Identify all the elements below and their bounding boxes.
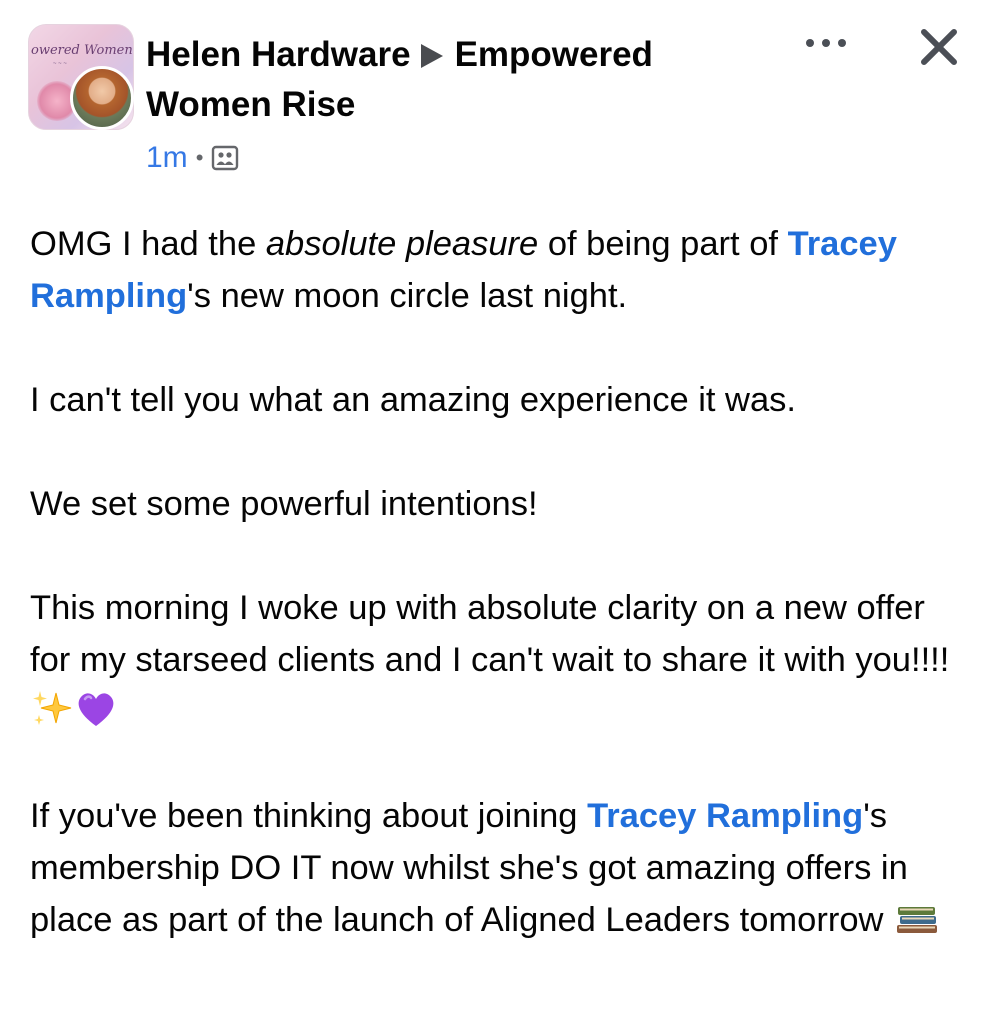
post-paragraph-1: OMG I had the absolute pleasure of being… [30,218,960,322]
avatar-stack[interactable]: owered Women ~ ~ ~ [28,24,134,130]
more-horizontal-icon-dot [806,39,814,47]
close-x-icon[interactable] [916,24,962,70]
text-segment: OMG I had the [30,225,266,263]
author-avatar[interactable] [70,66,134,130]
post-timestamp[interactable]: 1m [146,138,188,178]
purple-heart-icon [78,693,114,726]
more-horizontal-icon-dot [822,39,830,47]
post-paragraph-4: This morning I woke up with absolute cla… [30,582,960,738]
post-body: OMG I had the absolute pleasure of being… [30,218,960,998]
posted-in-arrow-icon [420,44,443,68]
group-audience-icon [212,145,239,171]
text-segment: This morning I woke up with absolute cla… [30,589,950,679]
post-paragraph-3: We set some powerful intentions! [30,485,538,523]
post-meta: 1m • [146,138,239,178]
post-paragraph-5: If you've been thinking about joining Tr… [30,790,960,946]
more-horizontal-icon-dot [838,39,846,47]
post-card: owered Women ~ ~ ~ Helen Hardware Empower… [0,0,987,1024]
emphasized-text: absolute pleasure [265,225,539,263]
mention-link-tracey-rampling[interactable]: Tracey Rampling [587,797,863,835]
group-avatar-subtext: ~ ~ ~ [53,61,67,67]
meta-separator: • [195,145,204,170]
text-segment: of being part of [538,225,788,263]
author-name-link[interactable]: Helen Hardware [146,35,411,74]
sparkles-icon [33,691,72,725]
text-segment: If you've been thinking about joining [30,797,588,835]
post-header-title: Helen Hardware Empowered Women Rise [146,30,786,130]
books-icon [897,907,938,933]
text-segment: 's new moon circle last night. [187,277,628,315]
post-paragraph-2: I can't tell you what an amazing experie… [30,381,796,419]
more-options-button[interactable] [806,28,846,58]
group-avatar-logo-text: owered Women [31,43,133,58]
